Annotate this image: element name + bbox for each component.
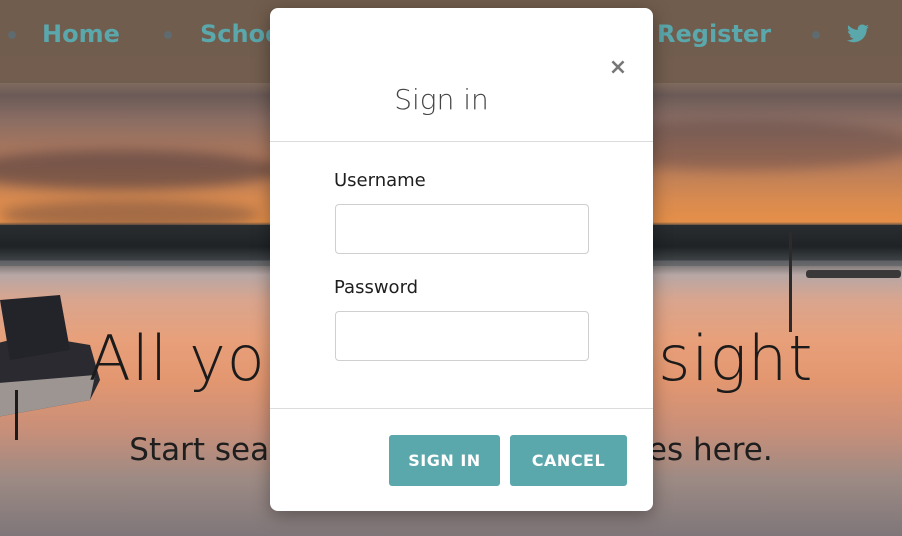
cancel-button[interactable]: CANCEL	[510, 435, 627, 486]
modal-footer-divider	[270, 408, 653, 409]
password-input[interactable]	[335, 311, 589, 361]
modal-header-divider	[270, 141, 653, 142]
sign-in-button[interactable]: SIGN IN	[389, 435, 500, 486]
page: All your dream in sight Start searching …	[0, 0, 902, 536]
close-icon[interactable]: ×	[608, 56, 628, 80]
password-label: Password	[334, 277, 419, 298]
username-label: Username	[334, 170, 426, 191]
modal-title: Sign in	[394, 83, 489, 116]
signin-modal: Sign in × Username Password SIGN IN CANC…	[270, 8, 653, 511]
username-input[interactable]	[335, 204, 589, 254]
